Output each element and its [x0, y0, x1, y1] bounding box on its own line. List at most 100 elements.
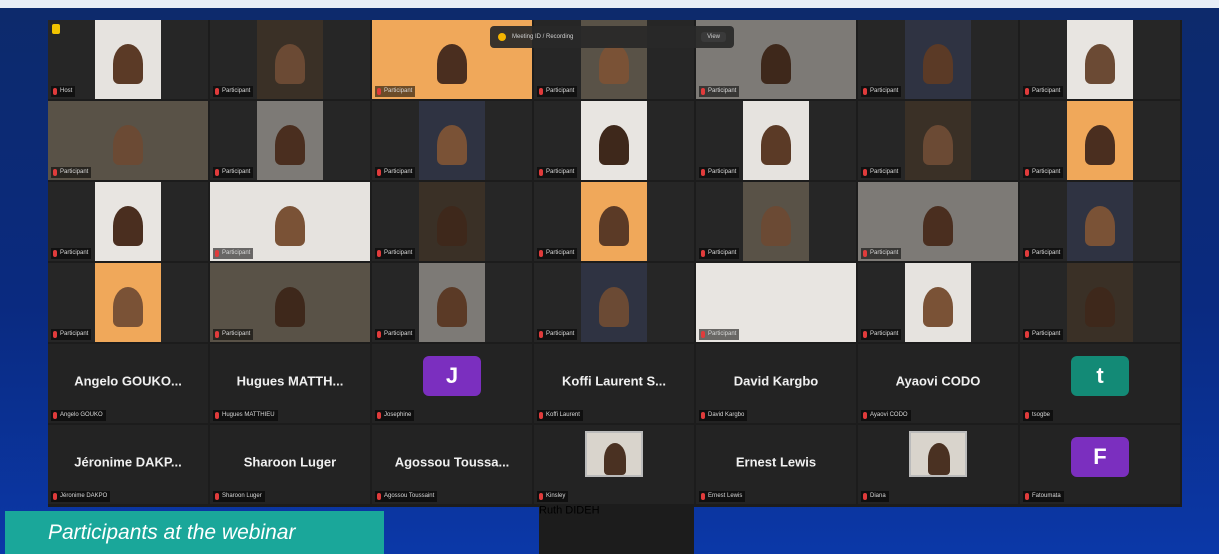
participant-name-text: Participant — [222, 169, 251, 175]
participant-video-tile[interactable]: Participant — [858, 20, 1018, 99]
participant-tile[interactable]: J Josephine — [372, 344, 532, 423]
participant-name-label: Sharoon Luger — [213, 491, 265, 502]
participant-video-tile[interactable]: Participant — [210, 20, 370, 99]
participant-silhouette — [599, 287, 629, 327]
participant-video-tile[interactable]: Host — [48, 20, 208, 99]
meeting-topbar[interactable]: Meeting ID / Recording View — [490, 26, 734, 48]
participant-video-tile[interactable]: Participant — [48, 182, 208, 261]
participant-tile[interactable]: Koffi Laurent S... Koffi Laurent — [534, 344, 694, 423]
participant-video-tile[interactable]: Participant — [858, 182, 1018, 261]
participant-name-text: Participant — [60, 331, 89, 337]
muted-mic-icon — [215, 331, 219, 338]
participant-video-tile[interactable]: Participant — [696, 182, 856, 261]
muted-mic-icon — [1025, 169, 1029, 176]
participant-silhouette — [275, 44, 305, 84]
participant-name-text: Participant — [708, 331, 737, 337]
participant-name-text: Participant — [384, 331, 413, 337]
participant-name-label: Angelo GOUKO — [51, 410, 106, 421]
participant-tile[interactable]: t tsogbe — [1020, 344, 1180, 423]
participant-video-tile[interactable]: Participant — [1020, 20, 1180, 99]
muted-mic-icon — [1025, 250, 1029, 257]
participant-name-text: Agossou Toussaint — [384, 493, 435, 499]
participant-video-tile[interactable]: Participant — [48, 101, 208, 180]
participant-silhouette — [113, 125, 143, 165]
participant-tile[interactable]: Angelo GOUKO... Angelo GOUKO — [48, 344, 208, 423]
participant-silhouette — [761, 44, 791, 84]
participant-video-tile[interactable]: Participant — [372, 263, 532, 342]
muted-mic-icon — [863, 331, 867, 338]
participant-display-name: Angelo GOUKO... — [74, 373, 182, 388]
participant-name-label: Participant — [1023, 167, 1064, 178]
participant-video-tile[interactable]: Participant — [1020, 263, 1180, 342]
participant-video-tile[interactable]: Participant — [534, 263, 694, 342]
muted-mic-icon — [701, 493, 705, 500]
participant-name-text: tsogbe — [1032, 412, 1051, 418]
participant-tile[interactable]: Kinsley — [534, 425, 694, 504]
participant-silhouette — [275, 206, 305, 246]
participant-name-text: Koffi Laurent — [546, 412, 580, 418]
participant-name-text: Jéronime DAKPO — [60, 493, 108, 499]
participant-silhouette — [1085, 44, 1115, 84]
meeting-info-icon[interactable] — [52, 24, 60, 34]
participant-silhouette — [599, 44, 629, 84]
muted-mic-icon — [539, 250, 543, 257]
participant-silhouette — [761, 125, 791, 165]
participant-video-tile[interactable]: Participant — [210, 182, 370, 261]
participant-tile[interactable]: Sharoon Luger Sharoon Luger — [210, 425, 370, 504]
view-button[interactable]: View — [701, 32, 726, 42]
participant-tile[interactable]: Hugues MATTH... Hugues MATTHIEU — [210, 344, 370, 423]
participant-name-text: Participant — [222, 331, 251, 337]
participant-name-label: Participant — [861, 167, 902, 178]
participant-display-name: Ernest Lewis — [735, 454, 817, 469]
participant-name-label: Participant — [699, 248, 740, 259]
participant-name-text: Participant — [546, 331, 575, 337]
participant-video-tile[interactable]: Participant — [1020, 182, 1180, 261]
participant-tile[interactable]: Ernest Lewis Ernest Lewis — [696, 425, 856, 504]
participant-name-text: Participant — [1032, 250, 1061, 256]
participant-silhouette — [599, 125, 629, 165]
muted-mic-icon — [215, 88, 219, 95]
participant-video-tile[interactable]: Participant — [696, 263, 856, 342]
participant-name-text: Diana — [870, 493, 886, 499]
participant-video-tile[interactable]: Participant — [858, 263, 1018, 342]
participant-name-text: Participant — [384, 88, 413, 94]
muted-mic-icon — [377, 412, 381, 419]
recording-icon — [498, 33, 506, 41]
muted-mic-icon — [863, 412, 867, 419]
participant-name-label: Agossou Toussaint — [375, 491, 438, 502]
participant-silhouette — [113, 287, 143, 327]
participant-name-text: Participant — [708, 88, 737, 94]
participant-video-tile[interactable]: Participant — [372, 101, 532, 180]
participant-name-text: Participant — [870, 331, 899, 337]
participant-name-text: Ayaovi CODO — [870, 412, 908, 418]
participant-tile[interactable]: Agossou Toussa... Agossou Toussaint — [372, 425, 532, 504]
participant-video-tile[interactable]: Participant — [534, 182, 694, 261]
participant-name-text: Participant — [1032, 331, 1061, 337]
participant-name-label: Participant — [1023, 329, 1064, 340]
participant-video-tile[interactable]: Participant — [696, 101, 856, 180]
participant-video-tile[interactable]: Participant — [210, 263, 370, 342]
participant-name-label: Fatoumata — [1023, 491, 1064, 502]
participant-name-text: Participant — [222, 88, 251, 94]
participant-video-tile[interactable]: Participant — [48, 263, 208, 342]
participant-tile[interactable]: F Fatoumata — [1020, 425, 1180, 504]
participant-video-tile[interactable]: Participant — [1020, 101, 1180, 180]
participant-tile[interactable]: David Kargbo David Kargbo — [696, 344, 856, 423]
participant-video-tile[interactable]: Participant — [210, 101, 370, 180]
participant-name-label: Participant — [51, 329, 92, 340]
participant-video-tile[interactable]: Participant — [372, 182, 532, 261]
participant-tile[interactable]: Diana — [858, 425, 1018, 504]
participant-video-tile[interactable]: Participant — [858, 101, 1018, 180]
participant-tile[interactable]: Ayaovi CODO Ayaovi CODO — [858, 344, 1018, 423]
participant-tile[interactable]: Jéronime DAKP... Jéronime DAKPO — [48, 425, 208, 504]
muted-mic-icon — [53, 412, 57, 419]
participant-tile-overflow[interactable]: Ruth DIDEH — [539, 505, 694, 554]
participant-name-label: Diana — [861, 491, 889, 502]
participant-photo — [585, 431, 643, 477]
participant-video-tile[interactable]: Participant — [534, 101, 694, 180]
participant-name-text: Participant — [60, 250, 89, 256]
participant-name-label: Participant — [375, 86, 416, 97]
muted-mic-icon — [701, 331, 705, 338]
muted-mic-icon — [377, 88, 381, 95]
participant-name-label: Participant — [537, 86, 578, 97]
